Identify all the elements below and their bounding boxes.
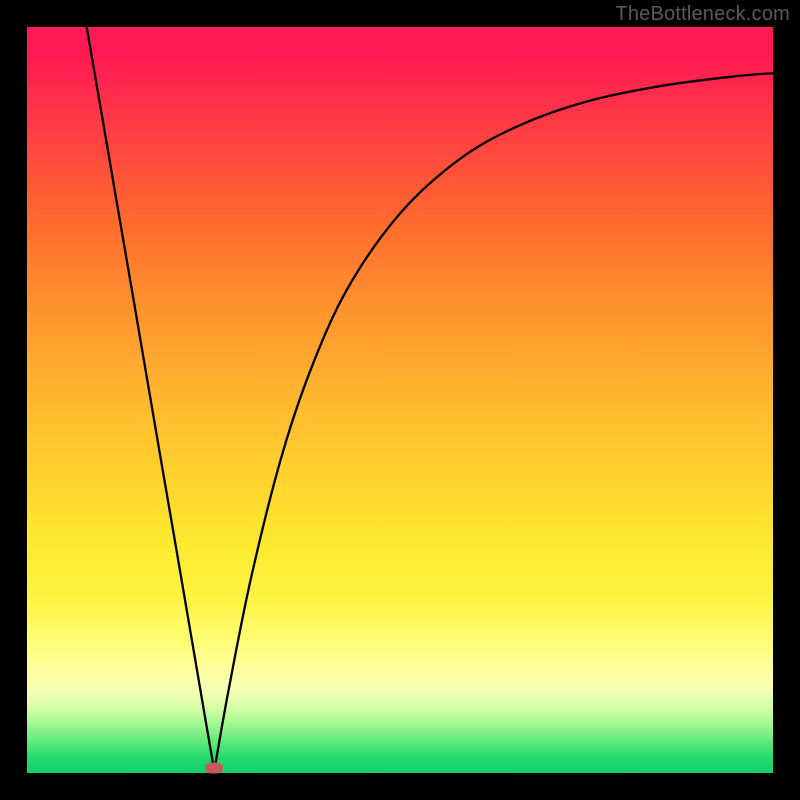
curve-left-branch bbox=[87, 27, 215, 771]
watermark-text: TheBottleneck.com bbox=[615, 3, 790, 26]
minimum-marker bbox=[205, 762, 223, 773]
curve-layer bbox=[27, 27, 773, 773]
chart-frame: TheBottleneck.com bbox=[0, 0, 800, 800]
plot-area bbox=[27, 27, 773, 773]
curve-right-branch bbox=[214, 73, 773, 771]
